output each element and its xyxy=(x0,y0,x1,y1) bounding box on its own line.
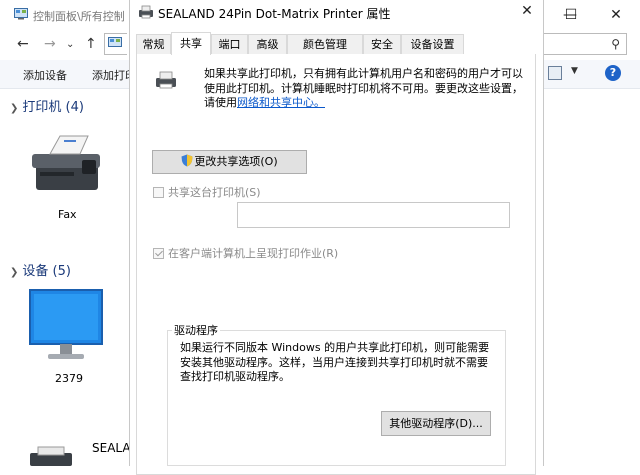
search-icon: ⚲ xyxy=(611,37,620,51)
tab-general[interactable]: 常规 xyxy=(136,34,171,54)
devices-group-header[interactable]: ❯ 设备 (5) xyxy=(10,260,71,279)
dialog-close-button[interactable]: ✕ xyxy=(516,3,538,23)
change-sharing-options-button[interactable]: 更改共享选项(O) xyxy=(152,150,307,174)
share-printer-label: 共享这台打印机(S) xyxy=(168,186,261,199)
additional-drivers-button[interactable]: 其他驱动程序(D)... xyxy=(381,411,491,436)
printer-icon xyxy=(156,71,176,89)
dialog-title: SEALAND 24Pin Dot-Matrix Printer 属性 xyxy=(158,7,391,21)
tab-advanced[interactable]: 高级 xyxy=(248,34,287,54)
render-jobs-checkbox[interactable] xyxy=(153,247,164,259)
search-input[interactable]: ⚲ xyxy=(543,33,627,55)
recent-chevron-icon[interactable]: ⌄ xyxy=(66,39,74,50)
fax-icon[interactable] xyxy=(26,132,108,194)
tab-device-settings[interactable]: 设备设置 xyxy=(401,34,464,54)
explorer-close-button[interactable]: ✕ xyxy=(596,0,636,30)
printers-group-header[interactable]: ❯ 打印机 (4) xyxy=(10,96,84,115)
uac-shield-icon xyxy=(181,154,193,167)
explorer-maximize-button[interactable]: ☐ xyxy=(551,0,591,30)
share-name-input[interactable] xyxy=(237,202,510,228)
help-icon[interactable]: ? xyxy=(605,65,621,81)
view-dropdown-chevron-icon[interactable]: ▼ xyxy=(571,66,578,76)
drivers-description: 如果运行不同版本 Windows 的用户共享此打印机，则可能需要安装其他驱动程序… xyxy=(180,341,490,383)
forward-arrow-icon[interactable]: → xyxy=(44,36,56,52)
render-jobs-label: 在客户端计算机上呈现打印作业(R) xyxy=(168,247,339,260)
tab-strip: 常规 共享 端口 高级 颜色管理 安全 设备设置 xyxy=(136,32,536,55)
address-control-panel-icon xyxy=(108,37,122,47)
control-panel-icon xyxy=(14,8,28,20)
printer-icon xyxy=(139,5,153,19)
render-jobs-checkbox-row: 在客户端计算机上呈现打印作业(R) xyxy=(153,245,338,261)
printer-properties-dialog: SEALAND 24Pin Dot-Matrix Printer 属性 ✕ 常规… xyxy=(129,0,544,475)
view-options-icon[interactable] xyxy=(548,66,562,80)
explorer-title: 控制面板\所有控制 xyxy=(33,10,125,23)
back-arrow-icon[interactable]: ← xyxy=(17,36,29,52)
fax-label: Fax xyxy=(58,208,77,221)
dialog-titlebar: SEALAND 24Pin Dot-Matrix Printer 属性 ✕ xyxy=(130,0,543,28)
address-bar[interactable] xyxy=(104,33,127,55)
tab-security[interactable]: 安全 xyxy=(363,34,401,54)
computer-monitor-icon[interactable] xyxy=(28,288,104,366)
tab-sharing[interactable]: 共享 xyxy=(171,32,211,55)
collapse-chevron-icon: ❯ xyxy=(10,267,19,278)
collapse-chevron-icon: ❯ xyxy=(10,103,19,114)
tab-ports[interactable]: 端口 xyxy=(211,34,248,54)
sharing-description: 如果共享此打印机，只有拥有此计算机用户名和密码的用户才可以使用此打印机。计算机睡… xyxy=(204,67,523,109)
share-printer-checkbox-row: 共享这台打印机(S) xyxy=(153,184,261,200)
share-printer-checkbox[interactable] xyxy=(153,186,164,198)
add-device-button[interactable]: 添加设备 xyxy=(23,67,67,83)
up-arrow-icon[interactable]: ↑ xyxy=(85,36,97,52)
tab-color-management[interactable]: 颜色管理 xyxy=(287,34,363,54)
sealand-label: SEALA xyxy=(92,441,131,455)
computer-label: 2379 xyxy=(55,372,83,385)
sealand-printer-icon[interactable] xyxy=(26,445,76,466)
drivers-legend: 驱动程序 xyxy=(172,322,220,338)
network-sharing-center-link[interactable]: 网络和共享中心。 xyxy=(237,96,325,109)
